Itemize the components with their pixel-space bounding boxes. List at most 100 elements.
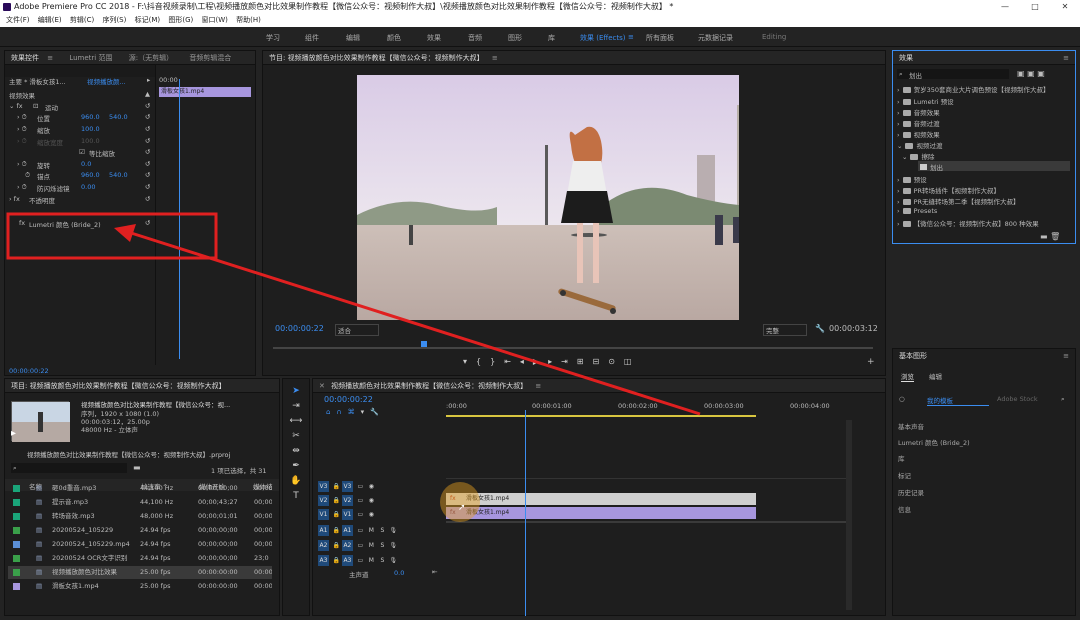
ec-scroll-up-icon[interactable]: ▲ [145, 90, 150, 98]
position-x-value[interactable]: 960.0 [81, 113, 100, 121]
workspace-learn[interactable]: 学习 [266, 33, 280, 43]
source-patch-a1[interactable]: A1 [318, 525, 329, 536]
scale-value[interactable]: 100.0 [81, 125, 100, 133]
flicker-value[interactable]: 0.00 [81, 183, 95, 191]
sync-lock-icon[interactable]: ▭ [355, 481, 366, 492]
uniform-reset-icon[interactable]: ↺ [145, 148, 150, 156]
lock-icon[interactable]: 🔒 [331, 509, 342, 520]
new-bin-icon[interactable]: ▬ 🗑 [1040, 232, 1060, 241]
solo-button[interactable]: S [377, 555, 388, 566]
extract-icon[interactable]: ⊟ [593, 357, 609, 366]
track-target-a2[interactable]: A2 [341, 540, 353, 551]
sync-lock-icon[interactable]: ▭ [355, 495, 366, 506]
label-color-swatch[interactable] [13, 527, 20, 534]
ec-playhead[interactable] [179, 79, 180, 359]
track-target-v1[interactable]: V1 [341, 509, 353, 520]
add-marker-timeline-icon[interactable]: ▾ [361, 408, 371, 416]
mark-in-icon[interactable]: { [476, 357, 490, 366]
tab-effect-controls[interactable]: 效果控件 [11, 54, 39, 62]
program-menu-icon[interactable]: ≡ [492, 54, 498, 62]
sequence-clip-label[interactable]: 视频播放颜... [87, 76, 126, 86]
timeline-title[interactable]: 视频播放颜色对比效果制作教程【微信公众号：视频制作大叔】 [331, 382, 527, 390]
add-button-icon[interactable]: + [867, 357, 875, 367]
step-back-icon[interactable]: ◂ [520, 357, 533, 366]
timeline-menu-icon[interactable]: ≡ [535, 382, 541, 390]
timeline-scrollbar[interactable] [846, 420, 852, 610]
solo-button[interactable]: S [377, 525, 388, 536]
effects-item-8[interactable]: › 预设 [897, 174, 927, 184]
effects-item-6[interactable]: ⌄ 擦除 [902, 151, 934, 161]
project-row[interactable]: ▤ 转场音效.mp3 48,000 Hz 00;00;01;01 00;00 [8, 510, 272, 523]
effects-item-2[interactable]: › 音频效果 [897, 107, 940, 117]
source-patch-v1[interactable]: V1 [318, 509, 329, 520]
project-row[interactable]: ▤ 提示音.mp3 44,100 Hz 00;00;43;27 00;00 [8, 496, 272, 509]
project-row[interactable]: ▤ 20200524 OCR文字识别 24.94 fps 00;00;00;00 23;… [8, 552, 272, 565]
maximize-button[interactable]: □ [1020, 0, 1050, 14]
panel-markers[interactable]: 标记 [898, 470, 911, 480]
label-color-swatch[interactable] [13, 569, 20, 576]
opacity-reset-icon[interactable]: ↺ [145, 195, 150, 203]
scale-width-reset-icon[interactable]: ↺ [145, 137, 150, 145]
workspace-editing[interactable]: 编辑 [346, 33, 360, 43]
panel-libraries[interactable]: 库 [898, 453, 905, 463]
quality-dropdown[interactable]: 完整 [763, 324, 807, 336]
effects-search-input[interactable]: ⌕ 划出 [897, 69, 1009, 80]
razor-tool-icon[interactable]: ✂ [289, 431, 303, 444]
workspace-libraries[interactable]: 库 [548, 33, 555, 43]
effects-item-11[interactable]: › Presets [897, 207, 937, 215]
eg-search-icon[interactable]: ⌕ [1061, 395, 1065, 404]
go-to-out-icon[interactable]: ⇥ [561, 357, 577, 366]
new-bin-folder-icon[interactable]: ▬ [133, 463, 141, 472]
pen-tool-icon[interactable]: ✒ [289, 461, 303, 474]
timeline-settings-icon[interactable]: 🔧 [370, 408, 385, 416]
voice-record-icon[interactable]: 🎙 [388, 540, 399, 551]
position-y-value[interactable]: 540.0 [109, 113, 128, 121]
hand-tool-icon[interactable]: ✋ [289, 476, 303, 489]
step-forward-icon[interactable]: ▸ [548, 357, 561, 366]
menu-marker[interactable]: 标记(M) [135, 16, 161, 24]
workspace-all-panels[interactable]: 所有面板 [646, 33, 674, 43]
mute-button[interactable]: M [366, 525, 377, 536]
lock-icon[interactable]: 🔒 [331, 555, 342, 566]
flicker-reset-icon[interactable]: ↺ [145, 183, 150, 191]
effects-item-5[interactable]: ⌄ 视频过渡 [897, 140, 942, 150]
project-search-input[interactable]: ⌕ [11, 463, 127, 473]
lock-icon[interactable]: 🔒 [331, 540, 342, 551]
play-triangle-icon[interactable]: ▸ [147, 76, 150, 84]
linked-selection-icon[interactable]: ⌘ [348, 408, 361, 416]
lumetri-effect-label[interactable]: Lumetri 颜色 (Bride_2) [29, 219, 101, 229]
position-stopwatch-icon[interactable]: › ⏱ [17, 113, 27, 122]
project-row[interactable]: ▤ 砸0d重音.mp3 44,100 Hz 00;00;00;00 00;00 [8, 482, 272, 495]
project-title[interactable]: 项目: 视频播放颜色对比效果制作教程【微信公众号：视频制作大叔】 [11, 382, 226, 390]
effects-item-9[interactable]: › PR转场插件【视频制作大叔】 [897, 185, 1000, 195]
fit-dropdown[interactable]: 适合 [335, 324, 379, 336]
ec-timecode[interactable]: 00:00:00:22 [9, 367, 49, 375]
label-color-swatch[interactable] [13, 499, 20, 506]
source-patch-a3[interactable]: A3 [318, 555, 329, 566]
selection-tool-icon[interactable]: ➤ [289, 386, 303, 399]
rotation-stopwatch-icon[interactable]: › ⏱ [17, 160, 27, 169]
nest-toggle-icon[interactable]: ⌂ [326, 408, 336, 416]
track-target-v2[interactable]: V2 [341, 495, 353, 506]
effects-item-7[interactable]: 划出 [920, 162, 943, 172]
workspace-audio[interactable]: 音频 [468, 33, 482, 43]
menu-help[interactable]: 帮助(H) [236, 16, 261, 24]
wrench-icon[interactable]: 🔧 [815, 324, 825, 333]
tab-lumetri-scopes[interactable]: Lumetri 范围 [69, 54, 112, 62]
master-clip-label[interactable]: 主要 * 滑板女孩1... [9, 76, 66, 86]
voice-record-icon[interactable]: 🎙 [388, 525, 399, 536]
anchor-x-value[interactable]: 960.0 [81, 171, 100, 179]
work-area-bar[interactable] [446, 415, 756, 417]
workspace-graphics[interactable]: 图形 [508, 33, 522, 43]
project-row[interactable]: ▤ 滑板女孩1.mp4 25.00 fps 00:00:00:00 00:00 [8, 580, 272, 593]
label-color-swatch[interactable] [13, 485, 20, 492]
project-thumbnail[interactable] [11, 401, 70, 442]
clip-v2[interactable]: 滑板女孩1.mp4 [446, 493, 756, 505]
lift-icon[interactable]: ⊞ [577, 357, 593, 366]
workspace-menu-icon[interactable]: ≡ [628, 33, 634, 41]
menu-edit[interactable]: 编辑(E) [38, 16, 62, 24]
rotation-value[interactable]: 0.0 [81, 160, 91, 168]
flicker-stopwatch-icon[interactable]: › ⏱ [17, 183, 27, 192]
eg-tab-browse[interactable]: 浏览 [901, 371, 914, 382]
scale-stopwatch-icon[interactable]: › ⏱ [17, 125, 27, 134]
